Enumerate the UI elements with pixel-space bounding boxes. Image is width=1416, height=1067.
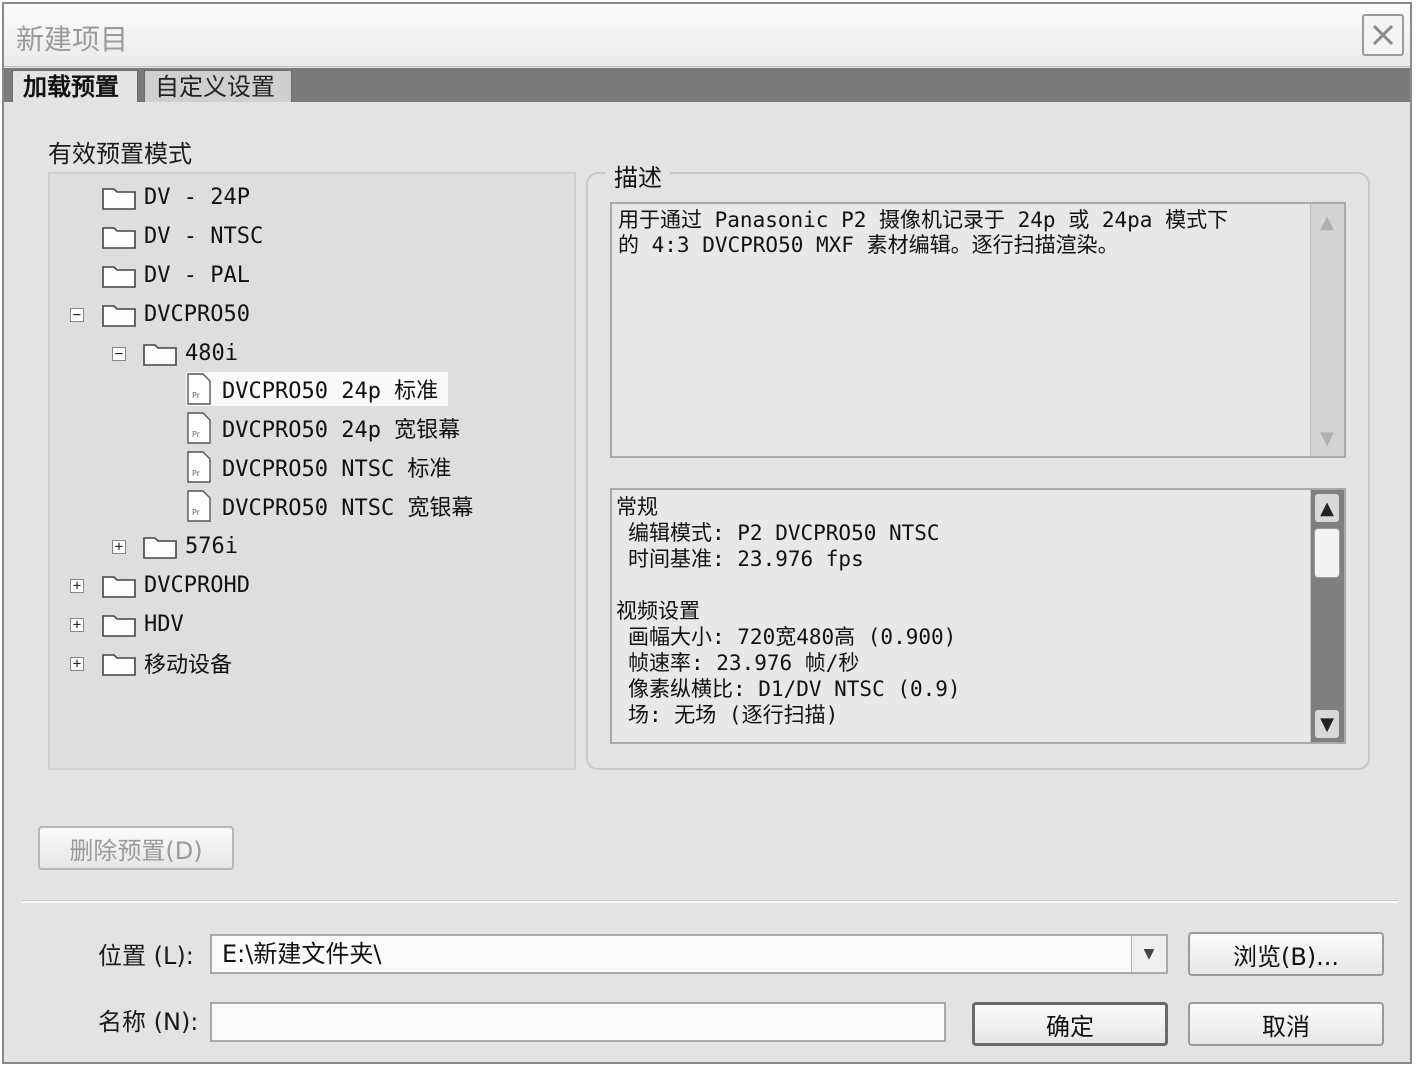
expand-toggle[interactable]: + [70, 618, 84, 632]
folder-icon [143, 537, 177, 559]
frame-rate-line: 帧速率: 23.976 帧/秒 [628, 651, 860, 675]
tab-strip: 加载预置 自定义设置 [4, 68, 1410, 102]
expand-toggle[interactable]: + [70, 579, 84, 593]
tree-item-label: 576i [185, 533, 238, 559]
expand-toggle[interactable]: + [112, 540, 126, 554]
fields-line: 场: 无场 (逐行扫描) [628, 703, 839, 727]
location-label: 位置 (L): [98, 942, 194, 970]
tree-item-dvcpro50-24p-widescreen[interactable]: Pr DVCPRO50 24p 宽银幕 [186, 411, 460, 445]
browse-button[interactable]: 浏览(B)... [1188, 932, 1384, 976]
location-value: E:\新建文件夹\ [222, 940, 382, 968]
tree-item-480i[interactable]: 480i [143, 336, 238, 370]
name-label: 名称 (N): [98, 1008, 199, 1036]
tree-item-label: DVCPROHD [144, 572, 250, 598]
divider [22, 900, 1398, 903]
svg-text:Pr: Pr [192, 430, 201, 439]
premiere-file-icon: Pr [187, 373, 211, 405]
presets-label: 有效预置模式 [48, 140, 192, 168]
folder-icon [102, 654, 136, 676]
tab-custom-settings[interactable]: 自定义设置 [144, 70, 292, 102]
settings-scrollbar[interactable]: ▲ ▼ [1310, 490, 1344, 742]
tree-item-hdv[interactable]: HDV [102, 607, 184, 641]
video-heading: 视频设置 [616, 599, 700, 623]
tree-item-dvcpro50[interactable]: DVCPRO50 [102, 297, 250, 331]
folder-icon [102, 266, 136, 288]
tree-item-label: DV - 24P [144, 184, 250, 210]
delete-preset-button[interactable]: 删除预置(D) [38, 826, 234, 870]
folder-icon [102, 305, 136, 327]
description-line: 用于通过 Panasonic P2 摄像机记录于 24p 或 24pa 模式下 [618, 208, 1229, 232]
scroll-up-icon[interactable]: ▲ [1315, 494, 1339, 522]
description-line: 的 4:3 DVCPRO50 MXF 素材编辑。逐行扫描渲染。 [618, 233, 1119, 257]
tree-item-label: HDV [144, 611, 184, 637]
svg-text:Pr: Pr [192, 391, 201, 400]
svg-text:Pr: Pr [192, 508, 201, 517]
description-legend: 描述 [606, 158, 670, 193]
tree-item-label: DVCPRO50 NTSC 标准 [222, 457, 452, 482]
tree-item-dvcpro50-24p-standard[interactable]: Pr DVCPRO50 24p 标准 [186, 372, 449, 406]
edit-mode-line: 编辑模式: P2 DVCPRO50 NTSC [628, 521, 940, 545]
close-button[interactable] [1362, 14, 1404, 56]
tree-item-label: DVCPRO50 24p 宽银幕 [222, 418, 461, 443]
settings-info-box[interactable]: 常规 编辑模式: P2 DVCPRO50 NTSC 时间基准: 23.976 f… [610, 488, 1346, 744]
frame-size-line: 画幅大小: 720宽480高 (0.900) [628, 625, 957, 649]
preset-tree[interactable]: DV - 24P DV - NTSC DV - PAL − DVCPRO50 −… [48, 172, 576, 770]
tree-item-label: DV - PAL [144, 262, 250, 288]
location-combobox[interactable]: E:\新建文件夹\ ▼ [210, 934, 1168, 974]
tree-item-label: DVCPRO50 [144, 301, 250, 327]
tree-item-mobile-devices[interactable]: 移动设备 [102, 646, 232, 680]
tree-item-label: 480i [185, 340, 238, 366]
close-icon [1372, 24, 1394, 46]
timebase-line: 时间基准: 23.976 fps [628, 547, 864, 571]
tree-item-dvcpro50-ntsc-widescreen[interactable]: Pr DVCPRO50 NTSC 宽银幕 [186, 489, 473, 523]
window-title: 新建项目 [16, 23, 129, 56]
tree-item-label: DVCPRO50 NTSC 宽银幕 [222, 496, 474, 521]
chevron-down-icon[interactable]: ▼ [1131, 936, 1166, 972]
scroll-down-icon[interactable]: ▼ [1315, 424, 1339, 452]
tree-item-576i[interactable]: 576i [143, 529, 238, 563]
settings-info-content: 常规 编辑模式: P2 DVCPRO50 NTSC 时间基准: 23.976 f… [616, 494, 961, 728]
tab-load-preset[interactable]: 加载预置 [12, 70, 138, 102]
expand-toggle[interactable]: + [70, 657, 84, 671]
premiere-file-icon: Pr [187, 412, 211, 444]
collapse-toggle[interactable]: − [112, 347, 126, 361]
tree-item-label: DV - NTSC [144, 223, 264, 249]
tree-item-label: 移动设备 [144, 653, 233, 678]
scroll-thumb[interactable] [1314, 528, 1340, 578]
svg-text:Pr: Pr [192, 469, 201, 478]
tree-item-dvcprohd[interactable]: DVCPROHD [102, 568, 250, 602]
tree-item-dv-24p[interactable]: DV - 24P [102, 180, 250, 214]
pixel-aspect-line: 像素纵横比: D1/DV NTSC (0.9) [628, 677, 961, 701]
tree-item-dv-ntsc[interactable]: DV - NTSC [102, 219, 263, 253]
general-heading: 常规 [616, 495, 658, 519]
description-text: 用于通过 Panasonic P2 摄像机记录于 24p 或 24pa 模式下 … [618, 208, 1304, 258]
folder-icon [102, 576, 136, 598]
scroll-up-icon[interactable]: ▲ [1315, 208, 1339, 236]
tree-item-dvcpro50-ntsc-standard[interactable]: Pr DVCPRO50 NTSC 标准 [186, 450, 451, 484]
collapse-toggle[interactable]: − [70, 308, 84, 322]
folder-icon [102, 615, 136, 637]
title-bar: 新建项目 [4, 4, 1410, 67]
folder-icon [102, 188, 136, 210]
name-input[interactable] [210, 1002, 946, 1042]
premiere-file-icon: Pr [187, 490, 211, 522]
scroll-down-icon[interactable]: ▼ [1315, 710, 1339, 738]
tree-item-label: DVCPRO50 24p 标准 [222, 379, 439, 404]
cancel-button[interactable]: 取消 [1188, 1002, 1384, 1046]
description-scrollbar[interactable]: ▲ ▼ [1310, 204, 1344, 456]
folder-icon [143, 344, 177, 366]
premiere-file-icon: Pr [187, 451, 211, 483]
folder-icon [102, 227, 136, 249]
tree-item-dv-pal[interactable]: DV - PAL [102, 258, 250, 292]
ok-button[interactable]: 确定 [972, 1002, 1168, 1046]
description-box[interactable]: 用于通过 Panasonic P2 摄像机记录于 24p 或 24pa 模式下 … [610, 202, 1346, 458]
